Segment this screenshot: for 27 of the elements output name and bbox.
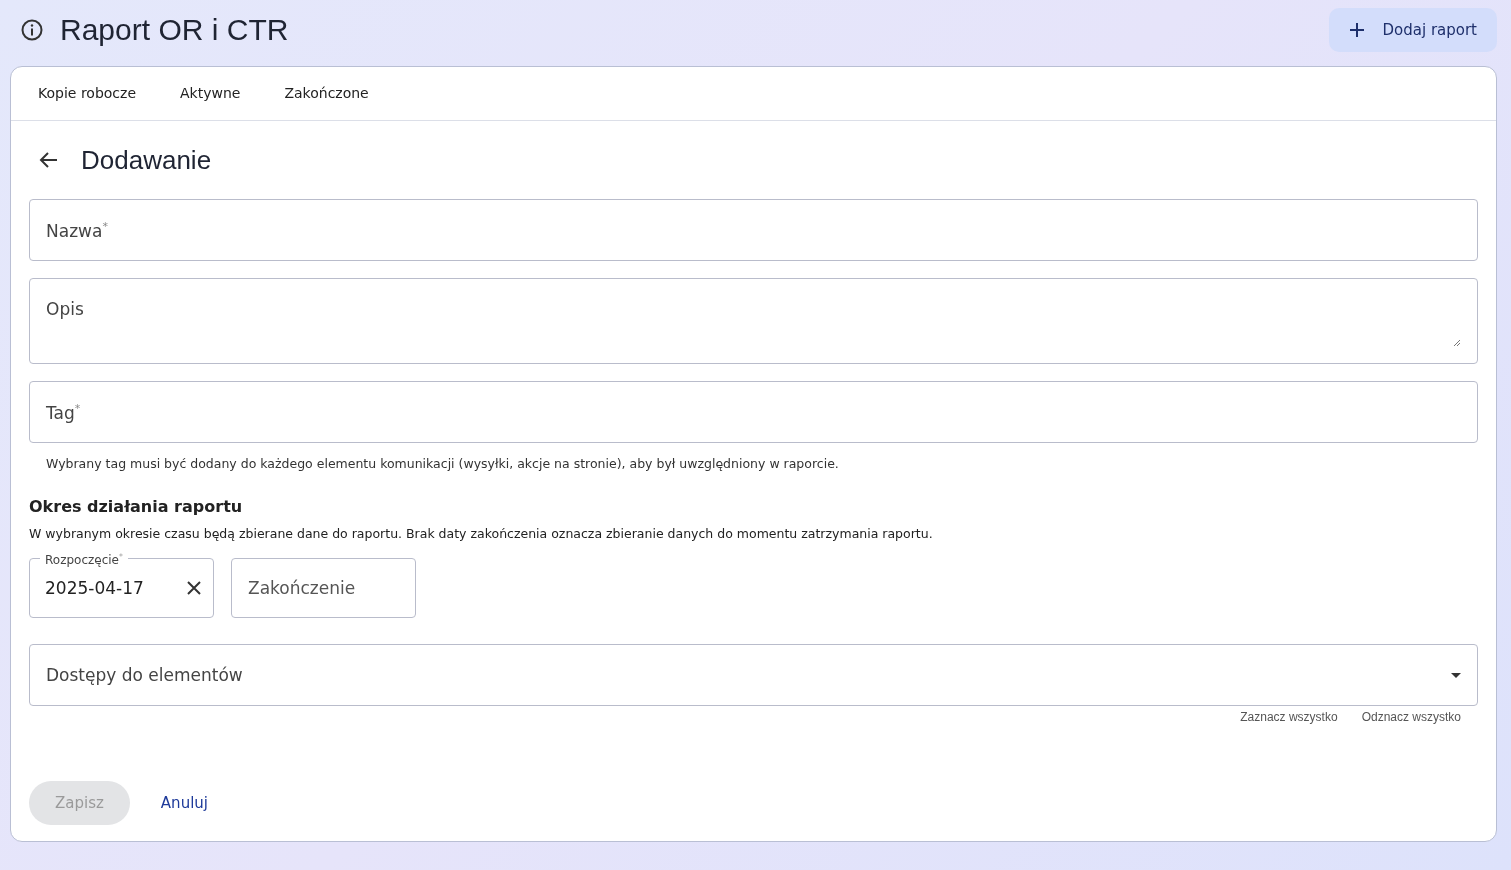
- field-placeholder: Nazwa$^{*}$: [46, 219, 108, 241]
- select-all-link[interactable]: Zaznacz wszystko: [1240, 710, 1338, 724]
- page-title: Raport OR i CTR: [60, 13, 289, 47]
- section-heading: Okres działania raportu: [29, 497, 244, 516]
- back-arrow-icon[interactable]: [39, 150, 59, 170]
- access-select[interactable]: Dostępy do elementów: [29, 644, 1478, 706]
- end-date-field[interactable]: Zakończenie: [231, 558, 416, 618]
- deselect-all-link[interactable]: Odznacz wszystko: [1361, 710, 1461, 724]
- tab[interactable]: Kopie robocze: [21, 67, 153, 120]
- tag-field[interactable]: Tag$^{*}$: [29, 381, 1478, 443]
- clear-icon[interactable]: [186, 580, 202, 596]
- resize-handle-icon[interactable]: [1453, 339, 1461, 347]
- start-date-field[interactable]: Rozpoczęcie$^{*}$ 2025-04-17: [29, 548, 214, 618]
- form-title: Dodawanie: [81, 144, 212, 176]
- tab[interactable]: Zakończone: [267, 67, 386, 120]
- field-hint: Wybrany tag musi być dodany do każdego elementu komunikacji (wysyłki, akcje na stronie), aby był uwzględniony w raporcie.: [46, 456, 840, 471]
- add-report-button[interactable]: Dodaj raport: [1328, 8, 1497, 52]
- field-placeholder: Opis: [46, 299, 84, 319]
- tab[interactable]: Aktywne: [163, 67, 258, 120]
- description-field[interactable]: Opis: [29, 278, 1478, 364]
- name-field[interactable]: Nazwa$^{*}$: [29, 199, 1478, 261]
- dropdown-caret-icon: [1451, 672, 1461, 678]
- plus-icon: [1348, 22, 1365, 38]
- section-description: W wybranym okresie czasu będą zbierane dane do raportu. Brak daty zakończenia oznacza zbieranie danych do momentu zatrzymania raportu.: [29, 526, 934, 541]
- field-placeholder: Tag$^{*}$: [46, 401, 81, 423]
- info-icon: [20, 18, 44, 42]
- cancel-link[interactable]: Anuluj: [160, 794, 208, 812]
